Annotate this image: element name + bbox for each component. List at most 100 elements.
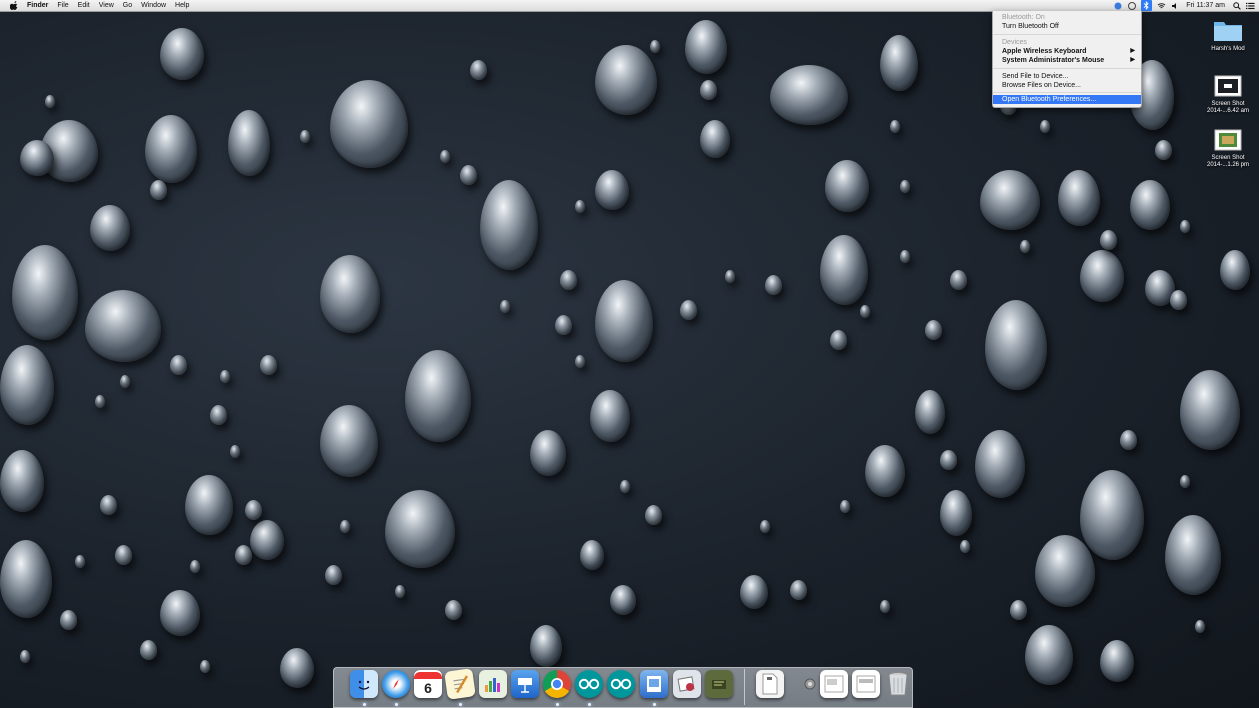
- water-drop: [0, 540, 52, 618]
- running-indicator: [363, 703, 366, 706]
- water-droplet: [860, 305, 870, 318]
- water-droplet: [100, 495, 117, 515]
- device-label: Apple Wireless Keyboard: [1002, 48, 1087, 55]
- water-drop: [90, 205, 130, 251]
- desktop-icon-sublabel: 2014-...1.26 pm: [1206, 162, 1250, 168]
- document-icon[interactable]: [756, 670, 784, 698]
- desktop-file-screenshot-2[interactable]: Screen Shot 2014-...1.26 pm: [1201, 129, 1255, 169]
- water-droplet: [470, 60, 487, 80]
- browse-files-on-device-item[interactable]: Browse Files on Device...: [993, 81, 1141, 90]
- water-drop: [12, 245, 78, 340]
- water-drop: [865, 445, 905, 497]
- water-drop: [1130, 180, 1170, 230]
- water-droplet: [230, 445, 240, 458]
- water-drop: [0, 345, 54, 425]
- desktop-icon-label: Harsh's Mod: [1211, 46, 1245, 52]
- screenshot-file-icon: [1201, 129, 1255, 153]
- app-menu-finder[interactable]: Finder: [27, 0, 48, 11]
- water-droplet: [440, 150, 450, 163]
- water-droplet: [300, 130, 310, 143]
- water-drop: [20, 140, 54, 176]
- running-indicator: [653, 703, 656, 706]
- finder-icon[interactable]: [350, 670, 378, 698]
- water-drop: [740, 575, 768, 609]
- water-droplet: [645, 505, 662, 525]
- water-droplet: [725, 270, 735, 283]
- water-droplet: [200, 660, 210, 673]
- submenu-arrow-icon: ▶: [1130, 48, 1135, 54]
- calendar-icon[interactable]: 6: [414, 670, 442, 698]
- menu-help[interactable]: Help: [175, 0, 189, 11]
- trash-icon[interactable]: [884, 670, 912, 698]
- menu-divider: [993, 68, 1141, 69]
- menubar-clock[interactable]: Fri 11:37 am: [1186, 2, 1225, 9]
- water-drop: [1035, 535, 1095, 607]
- water-droplet: [150, 180, 167, 200]
- notification-center-icon[interactable]: [1246, 1, 1255, 10]
- water-drop: [160, 28, 204, 80]
- safari-icon[interactable]: [382, 670, 410, 698]
- apple-menu-icon[interactable]: [10, 1, 19, 10]
- menu-view[interactable]: View: [99, 0, 114, 11]
- water-droplet: [700, 80, 717, 100]
- send-file-to-device-item[interactable]: Send File to Device...: [993, 72, 1141, 81]
- water-drop: [330, 80, 408, 168]
- water-droplet: [900, 180, 910, 193]
- water-drop: [280, 648, 314, 688]
- water-droplet: [880, 600, 890, 613]
- dock-separator: [744, 669, 745, 705]
- menu-go[interactable]: Go: [123, 0, 132, 11]
- menu-edit[interactable]: Edit: [78, 0, 90, 11]
- water-drop: [820, 235, 868, 305]
- water-drop: [915, 390, 945, 434]
- status-app-icon[interactable]: [1127, 1, 1136, 10]
- dropbox-icon[interactable]: [1113, 1, 1122, 10]
- menu-window[interactable]: Window: [141, 0, 166, 11]
- spotlight-search-icon[interactable]: [1232, 1, 1241, 10]
- water-drop: [480, 180, 538, 270]
- arduino-icon[interactable]: [575, 670, 603, 698]
- water-droplet: [1120, 430, 1137, 450]
- volume-icon[interactable]: [1171, 1, 1180, 10]
- chrome-icon[interactable]: [543, 670, 571, 698]
- desktop-folder-harshs-mod[interactable]: Harsh's Mod: [1201, 18, 1255, 53]
- water-drop: [1180, 370, 1240, 450]
- water-droplet: [760, 520, 770, 533]
- water-drop: [185, 475, 233, 535]
- water-drop: [320, 405, 378, 477]
- device-system-administrators-mouse[interactable]: System Administrator's Mouse ▶: [993, 56, 1141, 65]
- water-droplet: [235, 545, 252, 565]
- keynote-icon[interactable]: [511, 670, 539, 698]
- water-drop: [250, 520, 284, 560]
- open-bluetooth-preferences-item[interactable]: Open Bluetooth Preferences...: [993, 95, 1141, 104]
- bluetooth-icon[interactable]: [1141, 0, 1153, 11]
- water-drop: [85, 290, 161, 362]
- screenshot-icon[interactable]: [852, 670, 880, 698]
- water-drop: [595, 45, 657, 115]
- preview-icon[interactable]: [640, 670, 668, 698]
- water-droplet: [140, 640, 157, 660]
- water-droplet: [1155, 140, 1172, 160]
- water-droplet: [840, 500, 850, 513]
- numbers-icon[interactable]: [479, 670, 507, 698]
- water-droplet: [765, 275, 782, 295]
- arduino-icon[interactable]: [607, 670, 635, 698]
- water-droplet: [560, 270, 577, 290]
- desktop-icon-label: Screen Shot: [1211, 101, 1245, 107]
- water-droplet: [1180, 220, 1190, 233]
- utility-icon[interactable]: [705, 670, 733, 698]
- water-drop: [700, 120, 730, 158]
- screenshot-icon[interactable]: [820, 670, 848, 698]
- textedit-icon[interactable]: [444, 668, 476, 700]
- menu-file[interactable]: File: [57, 0, 68, 11]
- water-drop: [975, 430, 1025, 498]
- water-droplet: [1180, 475, 1190, 488]
- water-droplet: [75, 555, 85, 568]
- mail-preview-icon[interactable]: [673, 670, 701, 698]
- water-drop: [580, 540, 604, 570]
- device-apple-wireless-keyboard[interactable]: Apple Wireless Keyboard ▶: [993, 47, 1141, 56]
- wifi-icon[interactable]: [1157, 1, 1166, 10]
- screenshot-file-icon: [1201, 75, 1255, 99]
- desktop-file-screenshot-1[interactable]: Screen Shot 2014-...6.42 am: [1201, 75, 1255, 115]
- turn-bluetooth-off-item[interactable]: Turn Bluetooth Off: [993, 22, 1141, 31]
